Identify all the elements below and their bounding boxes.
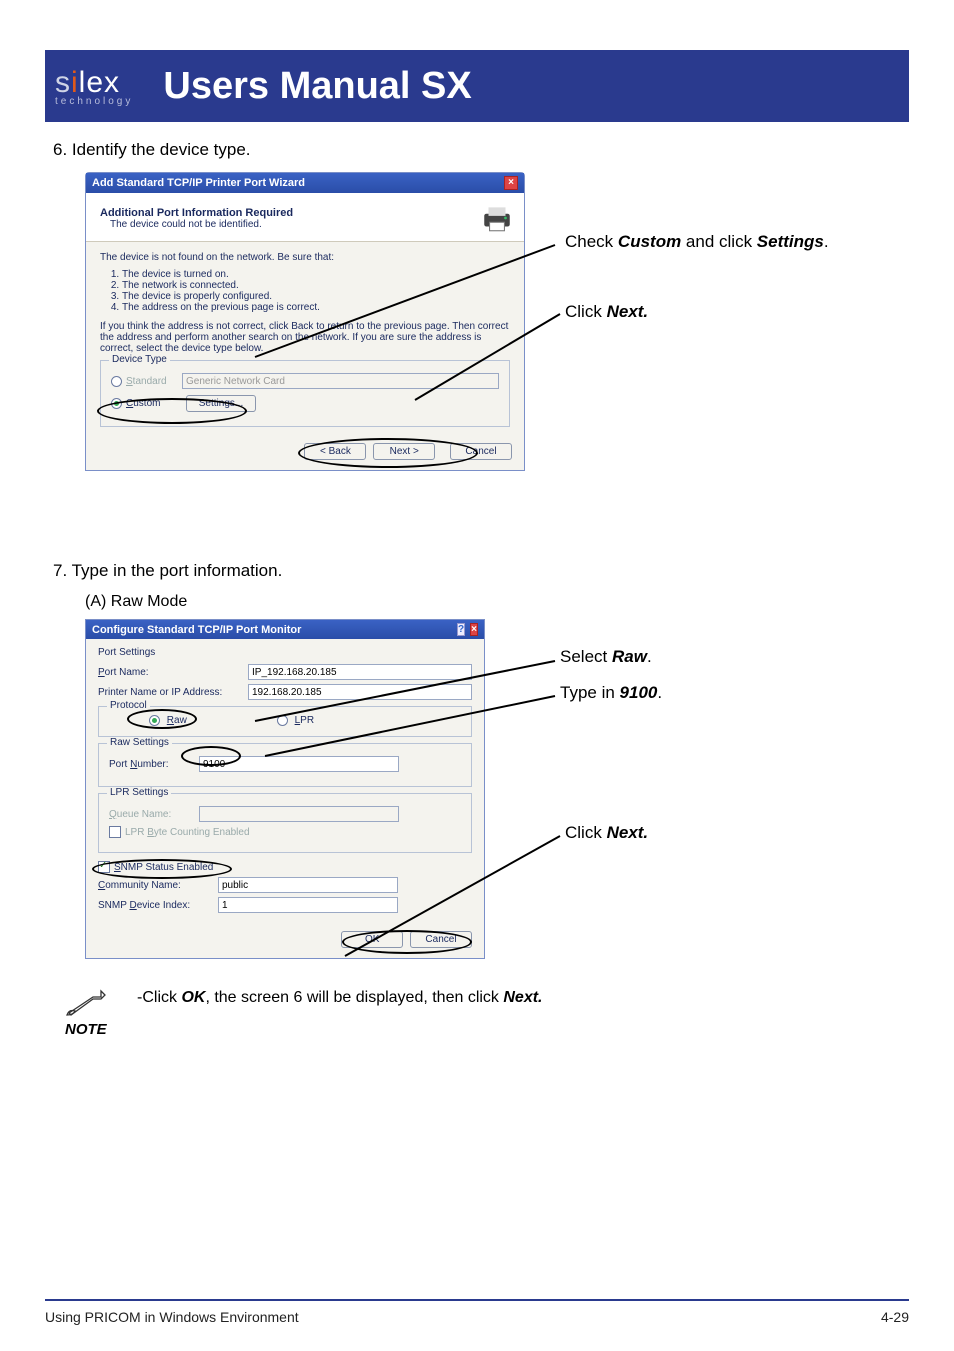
note-icon xyxy=(65,989,107,1019)
port-number-input[interactable] xyxy=(199,756,399,772)
footer-line xyxy=(45,1299,909,1301)
page-banner: silex technology Users Manual SX xyxy=(45,50,909,122)
page-footer: Using PRICOM in Windows Environment 4-29 xyxy=(45,1309,909,1325)
footer-left: Using PRICOM in Windows Environment xyxy=(45,1309,299,1325)
dialog1-li1: The device is turned on. xyxy=(122,269,510,280)
back-button[interactable]: < Back xyxy=(304,443,366,460)
label-lpr-byte: LPR Byte Counting EnabledLPR Byte Counti… xyxy=(125,827,250,838)
next-button[interactable]: Next > xyxy=(373,443,435,460)
device-type-fieldset: Device Type SStandardtandard CustomCusto… xyxy=(100,360,510,427)
device-type-legend: Device Type xyxy=(109,354,170,365)
annot-click-next-1: Click Next. xyxy=(565,302,648,322)
ok-button[interactable]: OK xyxy=(341,931,403,948)
label-queue-name: Queue Name:Queue Name: xyxy=(109,809,199,820)
raw-settings-legend: Raw Settings xyxy=(107,737,172,748)
footer-right: 4-29 xyxy=(881,1309,909,1325)
step-7-sub: (A) Raw Mode xyxy=(85,593,909,611)
dev-index-input[interactable] xyxy=(218,897,398,913)
annot-click-next-2: Click Next. xyxy=(565,823,648,843)
dialog1-p1: The device is not found on the network. … xyxy=(100,252,510,263)
logo-lex: lex xyxy=(79,66,120,99)
snmp-checkbox[interactable] xyxy=(98,861,110,873)
label-community: Community Name:Community Name: xyxy=(98,880,218,891)
settings-button[interactable]: Settings... xyxy=(186,395,256,412)
logo-sub: technology xyxy=(55,96,133,107)
dialog1-header-title: Additional Port Information Required xyxy=(100,207,293,219)
radio-standard[interactable] xyxy=(111,376,122,387)
printer-icon xyxy=(480,201,514,235)
annot-type-9100: Type in 9100. xyxy=(560,683,662,703)
cancel2-button[interactable]: Cancel xyxy=(410,931,472,948)
note-label: NOTE xyxy=(65,1021,107,1038)
lpr-settings-fieldset: LPR Settings Queue Name:Queue Name: LPR … xyxy=(98,793,472,853)
radio-custom[interactable] xyxy=(111,398,122,409)
dialog1-buttons: < Back Next > Cancel xyxy=(86,439,524,470)
cancel-button[interactable]: Cancel xyxy=(450,443,512,460)
note-row: NOTE -Click OK, the screen 6 will be dis… xyxy=(65,989,909,1038)
logo-s: s xyxy=(55,66,71,99)
standard-dropdown[interactable] xyxy=(182,373,499,389)
protocol-legend: Protocol xyxy=(107,700,150,711)
port-name-input[interactable] xyxy=(248,664,472,680)
dialog1-li4: The address on the previous page is corr… xyxy=(122,302,510,313)
dialog2-body: Port Settings Port Name:Port Name: Print… xyxy=(86,639,484,927)
logo-i: i xyxy=(71,66,79,99)
label-snmp: SNMP Status EnabledSNMP Status Enabled xyxy=(114,862,213,873)
close-icon[interactable]: × xyxy=(504,176,518,190)
label-standard: SStandardtandard xyxy=(126,376,182,387)
printer-addr-input[interactable] xyxy=(248,684,472,700)
dialog2-title: Configure Standard TCP/IP Port Monitor xyxy=(92,624,301,636)
tab-port-settings[interactable]: Port Settings xyxy=(98,647,472,658)
label-custom: CustomCustom xyxy=(126,398,182,409)
label-port-number: Port Number:Port Number: xyxy=(109,759,199,770)
annot-select-raw: Select Raw. xyxy=(560,647,652,667)
dialog1-title: Add Standard TCP/IP Printer Port Wizard xyxy=(92,177,305,189)
silex-logo: silex technology xyxy=(55,66,133,107)
section-step7: 7. Type in the port information. (A) Raw… xyxy=(45,561,909,959)
radio-lpr[interactable] xyxy=(277,715,288,726)
section-step6: Add Standard TCP/IP Printer Port Wizard … xyxy=(45,172,909,471)
configure-port-monitor-dialog: Configure Standard TCP/IP Port Monitor ?… xyxy=(85,619,485,959)
community-input[interactable] xyxy=(218,877,398,893)
radio-raw[interactable] xyxy=(149,715,160,726)
annot-check-custom: Check Custom and click Settings. xyxy=(565,232,829,252)
protocol-fieldset: Protocol RawRaw LPRLPR xyxy=(98,706,472,737)
lpr-byte-checkbox xyxy=(109,826,121,838)
label-printer-addr: Printer Name or IP Address: xyxy=(98,687,248,698)
help-icon[interactable]: ? xyxy=(457,623,465,636)
dialog1-titlebar: Add Standard TCP/IP Printer Port Wizard … xyxy=(86,173,524,193)
dialog1-p2: If you think the address is not correct,… xyxy=(100,321,510,354)
dialog1-body: The device is not found on the network. … xyxy=(86,242,524,439)
label-dev-index: SNMP Device Index:SNMP Device Index: xyxy=(98,900,218,911)
close-icon[interactable]: × xyxy=(470,623,478,636)
raw-settings-fieldset: Raw Settings Port Number:Port Number: xyxy=(98,743,472,787)
queue-name-input xyxy=(199,806,399,822)
dialog1-li3: The device is properly configured. xyxy=(122,291,510,302)
step-7-text: 7. Type in the port information. xyxy=(53,561,909,581)
dialog1-header-sub: The device could not be identified. xyxy=(110,219,293,230)
dialog2-buttons: OK Cancel xyxy=(86,927,484,958)
dialog1-header: Additional Port Information Required The… xyxy=(86,193,524,242)
dialog2-titlebar: Configure Standard TCP/IP Port Monitor ?… xyxy=(86,620,484,639)
dialog1-li2: The network is connected. xyxy=(122,280,510,291)
label-port-name: Port Name:Port Name: xyxy=(98,667,248,678)
lpr-settings-legend: LPR Settings xyxy=(107,787,171,798)
step-6-text: 6. Identify the device type. xyxy=(53,140,909,160)
add-tcpip-port-wizard-dialog: Add Standard TCP/IP Printer Port Wizard … xyxy=(85,172,525,471)
note-text: -Click OK, the screen 6 will be displaye… xyxy=(137,989,543,1007)
banner-title: Users Manual SX xyxy=(163,65,471,108)
